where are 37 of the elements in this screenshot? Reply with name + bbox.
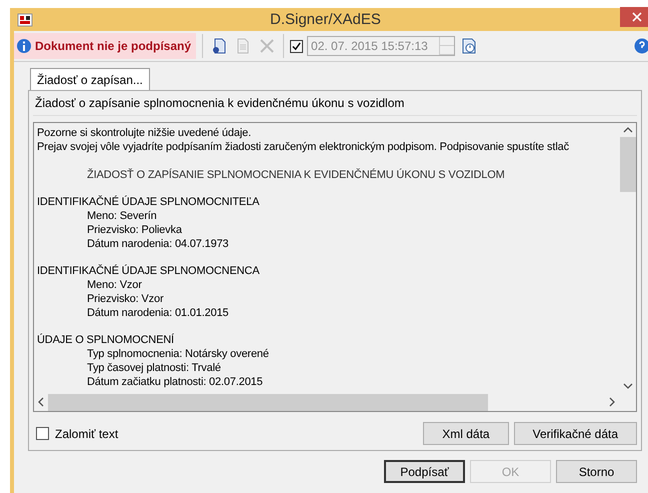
document-text-line: Priezvisko: Vzor bbox=[86, 292, 164, 306]
scrollbar-thumb[interactable] bbox=[620, 137, 636, 192]
stopwatch-icon[interactable] bbox=[461, 38, 478, 54]
document-text-line: Prejav svojej vôle vyjadríte podpísaním žiadosti zaručeným elektronickým podpisom. Podpisovanie spustíte stlač bbox=[37, 140, 570, 154]
document-text-line: IDENTIFIKAČNÉ ÚDAJE SPLNOMOCNITEĽA bbox=[37, 195, 260, 209]
scrollbar-thumb[interactable] bbox=[48, 394, 488, 410]
wrap-text-checkbox[interactable] bbox=[36, 427, 49, 440]
document-tab[interactable]: Žiadosť o zapísan... bbox=[30, 68, 150, 90]
wrap-text-label: Zalomiť text bbox=[55, 426, 118, 440]
document-text-line: ŽIADOSŤ O ZAPÍSANIE SPLNOMOCNENIA K EVIDENČNÉMU ÚKONU S VOZIDLOM bbox=[86, 168, 506, 182]
window-title: D.Signer/XAdES bbox=[270, 11, 381, 28]
timestamp-checkbox[interactable] bbox=[290, 40, 304, 52]
panel-button[interactable]: Verifikačné dáta bbox=[514, 422, 637, 445]
dialog-button[interactable]: Podpísať bbox=[384, 460, 465, 483]
close-button[interactable] bbox=[620, 7, 648, 27]
signature-status-banner: Dokument nie je podpísaný bbox=[14, 33, 196, 59]
app-logo-icon bbox=[17, 12, 33, 28]
document-text-line: Typ splnomocnenia: Notársky overené bbox=[86, 347, 270, 361]
document-text-line: IDENTIFIKAČNÉ ÚDAJE SPLNOMOCNENCA bbox=[37, 264, 260, 278]
document-text-line: Typ časovej platnosti: Trvalé bbox=[86, 361, 222, 375]
help-icon[interactable] bbox=[634, 38, 648, 54]
document-text-line: Priezvisko: Polievka bbox=[86, 223, 183, 237]
dialog-button[interactable]: Storno bbox=[556, 460, 637, 483]
panel-button[interactable]: Xml dáta bbox=[423, 422, 509, 445]
document-text-line: Pozorne si skontrolujte nižšie uvedené údaje. bbox=[37, 126, 252, 140]
scroll-up-icon[interactable] bbox=[622, 127, 632, 133]
document-text-line: Meno: Vzor bbox=[86, 278, 143, 292]
close-icon bbox=[632, 12, 642, 22]
panel-heading: Žiadosť o zapísanie splnomocnenia k evidenčnému úkonu s vozidlom bbox=[33, 93, 637, 116]
scroll-left-icon[interactable] bbox=[38, 397, 44, 407]
scroll-right-icon[interactable] bbox=[609, 397, 615, 407]
document-text-line: ÚDAJE O SPLNOMOCNENÍ bbox=[37, 333, 175, 347]
scroll-down-icon[interactable] bbox=[622, 383, 632, 389]
document-text-line: Dátum narodenia: 04.07.1973 bbox=[86, 237, 230, 251]
document-text-line: Dátum narodenia: 01.01.2015 bbox=[86, 306, 230, 320]
document-text-line: Meno: Severín bbox=[86, 209, 158, 223]
document-text-line: Dátum začiatku platnosti: 02.07.2015 bbox=[86, 375, 264, 389]
